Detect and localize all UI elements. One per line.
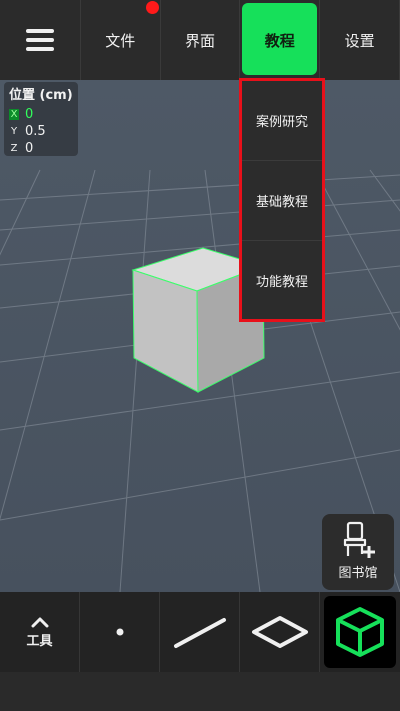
tab-tutorial[interactable]: 教程: [240, 0, 321, 80]
tab-interface-label: 界面: [184, 31, 215, 50]
axis-y-label: Y: [10, 126, 18, 137]
menu-item-feature-tutorial[interactable]: 功能教程: [242, 241, 322, 320]
position-x-row: X 0: [9, 106, 73, 123]
system-nav-bar: [0, 672, 400, 711]
menu-item-case-study[interactable]: 案例研究: [242, 81, 322, 161]
tools-label: 工具: [26, 633, 53, 649]
cube-icon: [336, 607, 384, 657]
chevron-up-icon: [31, 617, 48, 627]
tab-tutorial-label: 教程: [264, 31, 295, 50]
line-icon: [173, 618, 226, 648]
tab-file-label: 文件: [105, 31, 136, 50]
menu-button[interactable]: [0, 0, 81, 80]
tab-settings[interactable]: 设置: [320, 0, 400, 80]
plane-icon: [251, 616, 308, 648]
position-panel: 位置 (cm) X 0 Y 0.5 Z 0: [4, 82, 78, 156]
point-icon: [116, 628, 123, 636]
position-y-row: Y 0.5: [9, 123, 73, 140]
axis-x-value[interactable]: 0: [25, 107, 33, 122]
bottom-toolbar: 工具: [0, 592, 400, 672]
position-title: 位置 (cm): [9, 88, 73, 103]
notification-dot: [146, 1, 159, 14]
top-bar: 文件 界面 教程 设置: [0, 0, 400, 80]
axis-z-value[interactable]: 0: [25, 141, 33, 156]
position-z-row: Z 0: [9, 140, 73, 157]
chair-add-icon: [343, 521, 375, 558]
axis-z-label: Z: [10, 143, 18, 154]
hamburger-icon: [25, 29, 54, 51]
library-button[interactable]: 图书馆: [322, 514, 394, 590]
plane-tool[interactable]: [240, 592, 320, 672]
tab-interface[interactable]: 界面: [161, 0, 241, 80]
cube-tool[interactable]: [320, 592, 400, 672]
menu-item-basic-tutorial[interactable]: 基础教程: [242, 161, 322, 241]
point-tool[interactable]: [80, 592, 160, 672]
library-label: 图书馆: [338, 566, 378, 581]
axis-y-value[interactable]: 0.5: [25, 124, 46, 139]
line-tool[interactable]: [160, 592, 240, 672]
tab-settings-label: 设置: [344, 31, 375, 50]
axis-x-label: X: [9, 109, 19, 120]
tools-button[interactable]: 工具: [0, 592, 80, 672]
tutorial-dropdown: 案例研究 基础教程 功能教程: [239, 78, 325, 322]
